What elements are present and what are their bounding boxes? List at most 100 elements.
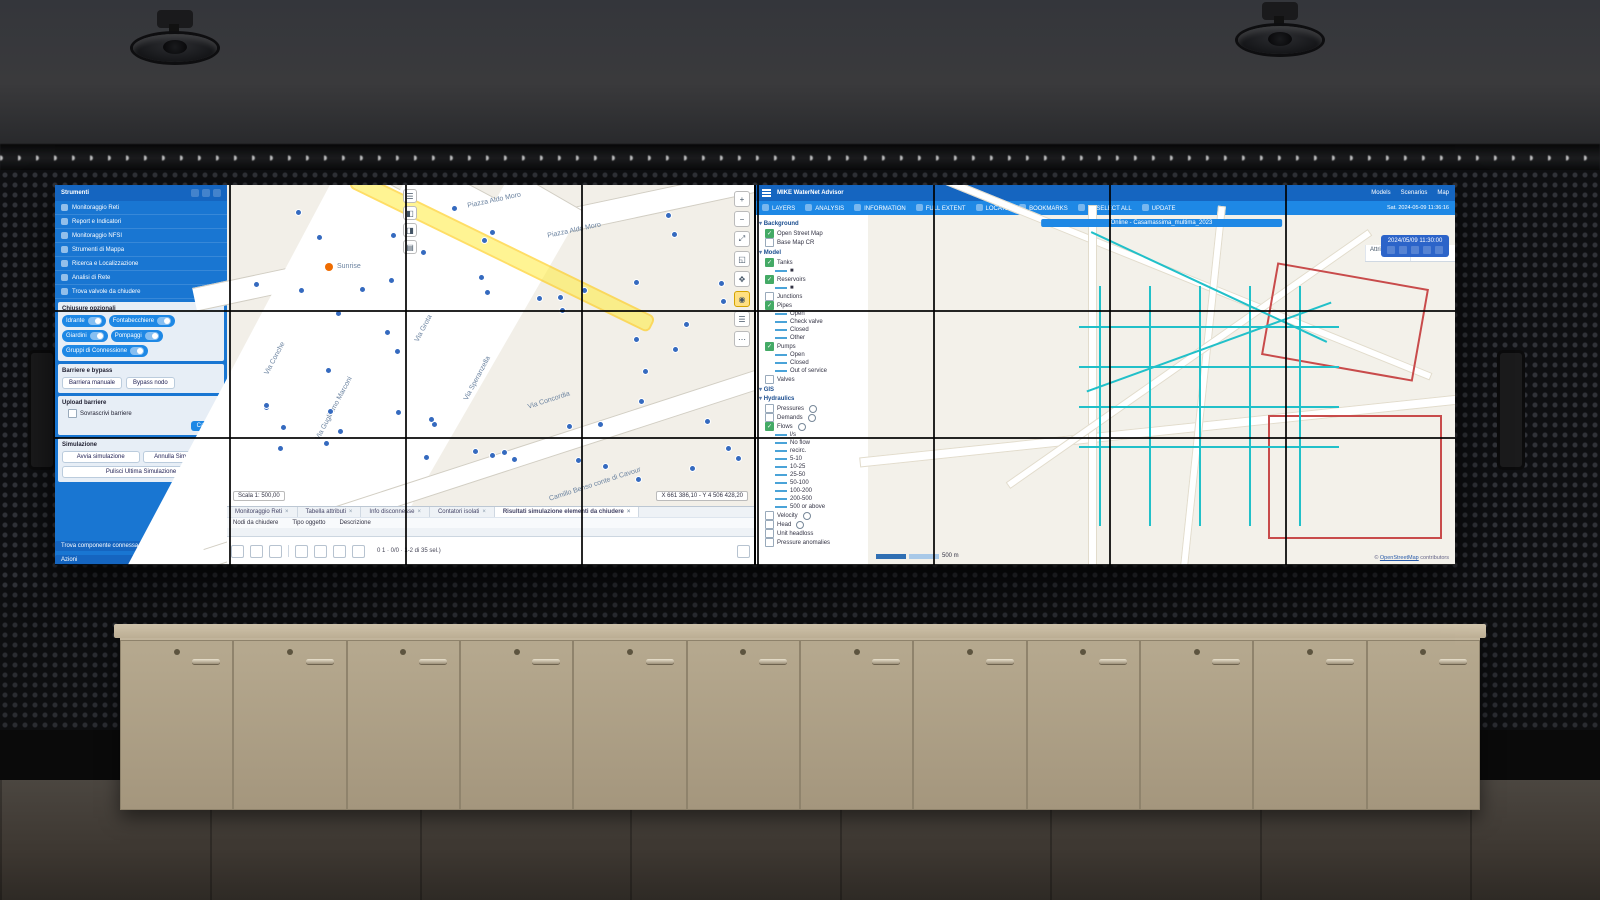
step-fwd-icon[interactable] — [1423, 246, 1431, 254]
junction-node[interactable] — [484, 289, 491, 296]
junction-node[interactable] — [536, 295, 543, 302]
style-swatch-icon[interactable] — [798, 423, 806, 431]
junction-node[interactable] — [566, 423, 573, 430]
junction-node[interactable] — [359, 286, 366, 293]
junction-node[interactable] — [298, 287, 305, 294]
junction-node[interactable] — [638, 398, 645, 405]
checkbox-icon[interactable] — [765, 258, 774, 267]
junction-node[interactable] — [327, 408, 334, 415]
sidebar-item[interactable]: Report e Indicatori — [55, 215, 227, 229]
junction-node[interactable] — [384, 329, 391, 336]
checkbox-icon[interactable] — [765, 342, 774, 351]
header-link[interactable]: Models — [1371, 190, 1390, 196]
footer-tool-icon[interactable] — [250, 545, 263, 558]
pause-icon[interactable] — [1411, 246, 1419, 254]
overwrite-checkbox[interactable] — [68, 409, 77, 418]
junction-node[interactable] — [633, 279, 640, 286]
checkbox-icon[interactable] — [765, 511, 774, 520]
measure-icon[interactable]: ☰ — [734, 311, 750, 327]
close-icon[interactable]: × — [627, 509, 631, 515]
junction-node[interactable] — [428, 416, 435, 423]
close-icon[interactable]: × — [349, 509, 353, 515]
layer-section[interactable]: Model — [759, 249, 871, 256]
junction-node[interactable] — [597, 421, 604, 428]
layer-item[interactable]: Pressures — [765, 404, 871, 413]
tool-icon[interactable]: ▤ — [403, 240, 417, 254]
pan-icon[interactable]: ✥ — [734, 271, 750, 287]
style-swatch-icon[interactable] — [803, 512, 811, 520]
junction-node[interactable] — [575, 457, 582, 464]
checkbox-icon[interactable] — [765, 529, 774, 538]
toggle[interactable]: Idrante — [62, 315, 106, 327]
sidebar-item[interactable]: Analisi di Rete — [55, 271, 227, 285]
sidebar-item[interactable]: Ricerca e Localizzazione — [55, 257, 227, 271]
footer-tool-icon[interactable] — [231, 545, 244, 558]
tab[interactable]: Monitoraggio Reti× — [227, 507, 298, 517]
toolbar-button[interactable]: UNSELECT ALL — [1078, 204, 1132, 212]
footer-tool-icon[interactable] — [269, 545, 282, 558]
footer-tool-icon[interactable] — [333, 545, 346, 558]
junction-node[interactable] — [602, 463, 609, 470]
sidebar-item[interactable]: Monitoraggio Reti — [55, 201, 227, 215]
layer-section[interactable]: GIS — [759, 386, 871, 393]
junction-node[interactable] — [388, 277, 395, 284]
skip-fwd-icon[interactable] — [1435, 246, 1443, 254]
identify-icon[interactable]: ◉ — [734, 291, 750, 307]
junction-node[interactable] — [481, 237, 488, 244]
toggle[interactable]: Gruppi di Connessione — [62, 345, 148, 357]
checkbox-icon[interactable] — [765, 238, 774, 247]
junction-node[interactable] — [337, 428, 344, 435]
skip-back-icon[interactable] — [1387, 246, 1395, 254]
junction-node[interactable] — [559, 307, 566, 314]
junction-node[interactable] — [720, 298, 727, 305]
toggle[interactable]: Fontabecchiere — [109, 315, 175, 327]
layer-item[interactable]: Pressure anomalies — [765, 538, 871, 547]
toggle[interactable]: Giardini — [62, 330, 108, 342]
style-swatch-icon[interactable] — [808, 414, 816, 422]
junction-node[interactable] — [325, 367, 332, 374]
layer-item[interactable]: Head — [765, 520, 871, 529]
toolbar-button[interactable]: ANALYSIS — [805, 204, 844, 212]
titlebar-icon[interactable] — [191, 189, 199, 197]
layer-item[interactable]: Unit headloss — [765, 529, 871, 538]
junction-node[interactable] — [735, 455, 742, 462]
toggle[interactable]: Pompaggi — [111, 330, 163, 342]
more-tools-icon[interactable]: ⋯ — [734, 331, 750, 347]
layer-item[interactable]: Pumps — [765, 342, 871, 351]
style-swatch-icon[interactable] — [809, 405, 817, 413]
tab[interactable]: Tabella attributi× — [298, 507, 362, 517]
bypass-node-button[interactable]: Bypass nodo — [126, 377, 175, 389]
layer-section[interactable]: Hydraulics — [759, 395, 871, 402]
footer-tool-icon[interactable] — [314, 545, 327, 558]
junction-node[interactable] — [672, 346, 679, 353]
tool-icon[interactable]: ☰ — [403, 189, 417, 203]
junction-node[interactable] — [472, 448, 479, 455]
junction-node[interactable] — [633, 336, 640, 343]
layer-item[interactable]: Base Map CR — [765, 238, 871, 247]
tab[interactable]: Risultati simulazione elementi da chiude… — [495, 507, 640, 517]
junction-node[interactable] — [704, 418, 711, 425]
layer-item[interactable]: Demands — [765, 413, 871, 422]
header-link[interactable]: Scenarios — [1401, 190, 1428, 196]
toolbar-button[interactable]: UPDATE — [1142, 204, 1176, 212]
osm-link[interactable]: OpenStreetMap — [1380, 555, 1419, 561]
junction-node[interactable] — [323, 440, 330, 447]
junction-node[interactable] — [683, 321, 690, 328]
footer-tool-icon[interactable] — [737, 545, 750, 558]
layer-section[interactable]: Background — [759, 220, 871, 227]
junction-node[interactable] — [671, 231, 678, 238]
junction-node[interactable] — [725, 445, 732, 452]
layer-item[interactable]: Valves — [765, 375, 871, 384]
junction-node[interactable] — [665, 212, 672, 219]
layer-item[interactable]: Velocity — [765, 511, 871, 520]
titlebar-icon[interactable] — [213, 189, 221, 197]
junction-node[interactable] — [394, 348, 401, 355]
layers-icon[interactable]: ◱ — [734, 251, 750, 267]
checkbox-icon[interactable] — [765, 375, 774, 384]
layer-item[interactable]: Flows — [765, 422, 871, 431]
tab[interactable]: Contatori isolati× — [430, 507, 495, 517]
close-icon[interactable]: × — [285, 509, 289, 515]
junction-node[interactable] — [420, 249, 427, 256]
checkbox-icon[interactable] — [765, 520, 774, 529]
layer-item[interactable]: Tanks — [765, 258, 871, 267]
